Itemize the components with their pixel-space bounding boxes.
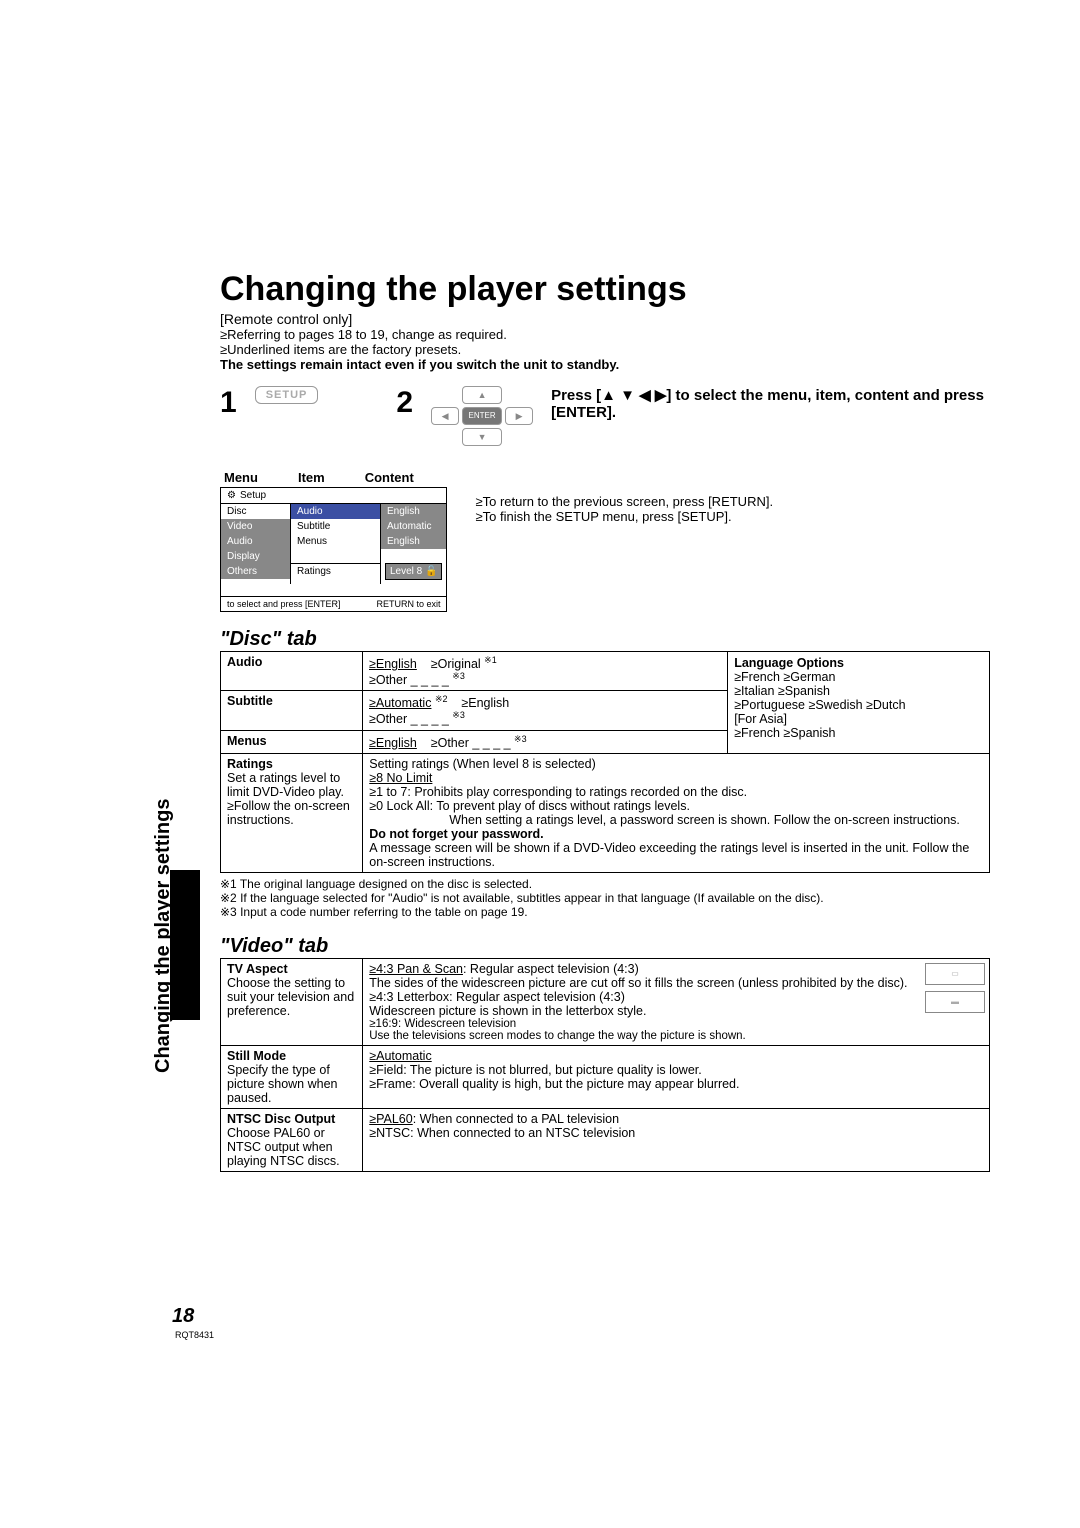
osd-content-subtitle: Automatic — [381, 519, 446, 534]
still-header: Still Mode — [227, 1049, 286, 1063]
osd-menu-display: Display — [221, 549, 290, 564]
ratings-c3: ≥1 to 7: Prohibits play corresponding to… — [369, 785, 983, 799]
doc-code: RQT8431 — [175, 1330, 214, 1340]
osd-footer-right: RETURN to exit — [376, 599, 440, 609]
disc-tab-title: "Disc" tab — [220, 628, 990, 651]
disc-audio-header: Audio — [221, 652, 363, 691]
video-tab-title: "Video" tab — [220, 935, 990, 958]
lang-row4: ≥French ≥Spanish — [734, 726, 983, 740]
osd-item-audio: Audio — [291, 504, 380, 519]
osd-item-subtitle: Subtitle — [291, 519, 380, 534]
ratings-c2: ≥8 No Limit — [369, 771, 983, 785]
footnote-3: ※3 Input a code number referring to the … — [220, 905, 990, 919]
osd-menu-audio: Audio — [221, 534, 290, 549]
ntsc-sub: Choose PAL60 or NTSC output when playing… — [227, 1126, 340, 1168]
gear-icon: ⚙ — [227, 490, 236, 501]
disc-menus-header: Menus — [221, 730, 363, 753]
osd-title: Setup — [240, 490, 266, 501]
osd-header-content: Content — [365, 470, 414, 485]
ratings-c1: Setting ratings (When level 8 is selecte… — [369, 757, 983, 771]
nav-right-button[interactable]: ▶ — [505, 407, 533, 425]
step2-instruction: Press [▲ ▼ ◀ ▶] to select the menu, item… — [551, 386, 990, 421]
language-options-box: Language Options ≥French ≥German ≥Italia… — [728, 651, 990, 754]
return-line-2: ≥To finish the SETUP menu, press [SETUP]… — [475, 509, 875, 524]
step2-number: 2 — [396, 386, 413, 420]
still-c3: ≥Frame: Overall quality is high, but the… — [369, 1077, 983, 1091]
ntsc-c2: ≥NTSC: When connected to an NTSC televis… — [369, 1126, 983, 1140]
lang-row2: ≥Italian ≥Spanish — [734, 684, 983, 698]
ratings-header: Ratings — [227, 757, 273, 771]
footnote-2: ※2 If the language selected for "Audio" … — [220, 891, 990, 905]
page-title: Changing the player settings — [220, 270, 990, 309]
disc-table: Audio ≥English ≥Original ※1≥Other _ _ _ … — [220, 651, 728, 754]
ratings-sub: Set a ratings level to limit DVD-Video p… — [227, 771, 350, 827]
disc-audio-content: ≥English ≥Original ※1≥Other _ _ _ _ ※3 — [363, 652, 728, 691]
aspect-c1: ≥4:3 Pan & Scan: Regular aspect televisi… — [369, 962, 919, 990]
disc-menus-content: ≥English ≥Other _ _ _ _ ※3 — [363, 730, 728, 753]
osd-header-menu: Menu — [224, 470, 258, 485]
disc-subtitle-content: ≥Automatic ※2 ≥English≥Other _ _ _ _ ※3 — [363, 691, 728, 730]
lang-asia: [For Asia] — [734, 712, 983, 726]
nav-enter-button[interactable]: ENTER — [462, 407, 502, 425]
still-c1: ≥Automatic — [369, 1049, 983, 1063]
note-3: The settings remain intact even if you s… — [220, 357, 990, 372]
lang-title: Language Options — [734, 656, 983, 670]
ratings-c5: When setting a ratings level, a password… — [369, 813, 983, 827]
video-table: TV Aspect Choose the setting to suit you… — [220, 958, 990, 1172]
aspect-header: TV Aspect — [227, 962, 288, 976]
osd-item-ratings: Ratings — [291, 563, 380, 579]
nav-pad: ▲ ◀ ENTER ▶ ▼ — [431, 386, 533, 446]
osd-content-menus: English — [381, 534, 446, 549]
return-line-1: ≥To return to the previous screen, press… — [475, 494, 875, 509]
osd-menu-disc: Disc — [221, 504, 290, 519]
nav-left-button[interactable]: ◀ — [431, 407, 459, 425]
osd-content-audio: English — [381, 504, 446, 519]
osd-footer-left: to select and press [ENTER] — [227, 599, 341, 609]
still-c2: ≥Field: The picture is not blurred, but … — [369, 1063, 983, 1077]
step1-number: 1 — [220, 386, 237, 420]
ratings-c6: Do not forget your password. — [369, 827, 983, 841]
ratings-table: Ratings Set a ratings level to limit DVD… — [220, 754, 990, 873]
osd-item-menus: Menus — [291, 534, 380, 549]
footnote-1: ※1 The original language designed on the… — [220, 877, 990, 891]
nav-down-button[interactable]: ▼ — [462, 428, 502, 446]
still-sub: Specify the type of picture shown when p… — [227, 1063, 337, 1105]
nav-up-button[interactable]: ▲ — [462, 386, 502, 404]
page-number: 18 — [172, 1305, 194, 1328]
osd-menu-video: Video — [221, 519, 290, 534]
lang-row3: ≥Portuguese ≥Swedish ≥Dutch — [734, 698, 983, 712]
ratings-c4: ≥0 Lock All: To prevent play of discs wi… — [369, 799, 983, 813]
osd-content-ratings: Level 8 🔓 — [385, 563, 442, 580]
side-vertical-title: Changing the player settings — [152, 799, 175, 1073]
letterbox-icon: ▬ — [925, 991, 985, 1013]
disc-subtitle-header: Subtitle — [221, 691, 363, 730]
panscan-icon: ▭ — [925, 963, 985, 985]
osd-menu-others: Others — [221, 564, 290, 579]
ntsc-c1: ≥PAL60: When connected to a PAL televisi… — [369, 1112, 983, 1126]
osd-screen: ⚙ Setup Disc Video Audio Display Others … — [220, 487, 447, 612]
ratings-c7: A message screen will be shown if a DVD-… — [369, 841, 983, 869]
aspect-c3: ≥16:9: Widescreen televisionUse the tele… — [369, 1018, 919, 1042]
remote-only: [Remote control only] — [220, 311, 990, 327]
lang-row1: ≥French ≥German — [734, 670, 983, 684]
osd-header-item: Item — [298, 470, 325, 485]
aspect-sub: Choose the setting to suit your televisi… — [227, 976, 354, 1018]
ntsc-header: NTSC Disc Output — [227, 1112, 335, 1126]
note-2: ≥Underlined items are the factory preset… — [220, 342, 990, 357]
note-1: ≥Referring to pages 18 to 19, change as … — [220, 327, 990, 342]
aspect-c2: ≥4:3 Letterbox: Regular aspect televisio… — [369, 990, 919, 1018]
setup-button[interactable]: SETUP — [255, 386, 319, 404]
